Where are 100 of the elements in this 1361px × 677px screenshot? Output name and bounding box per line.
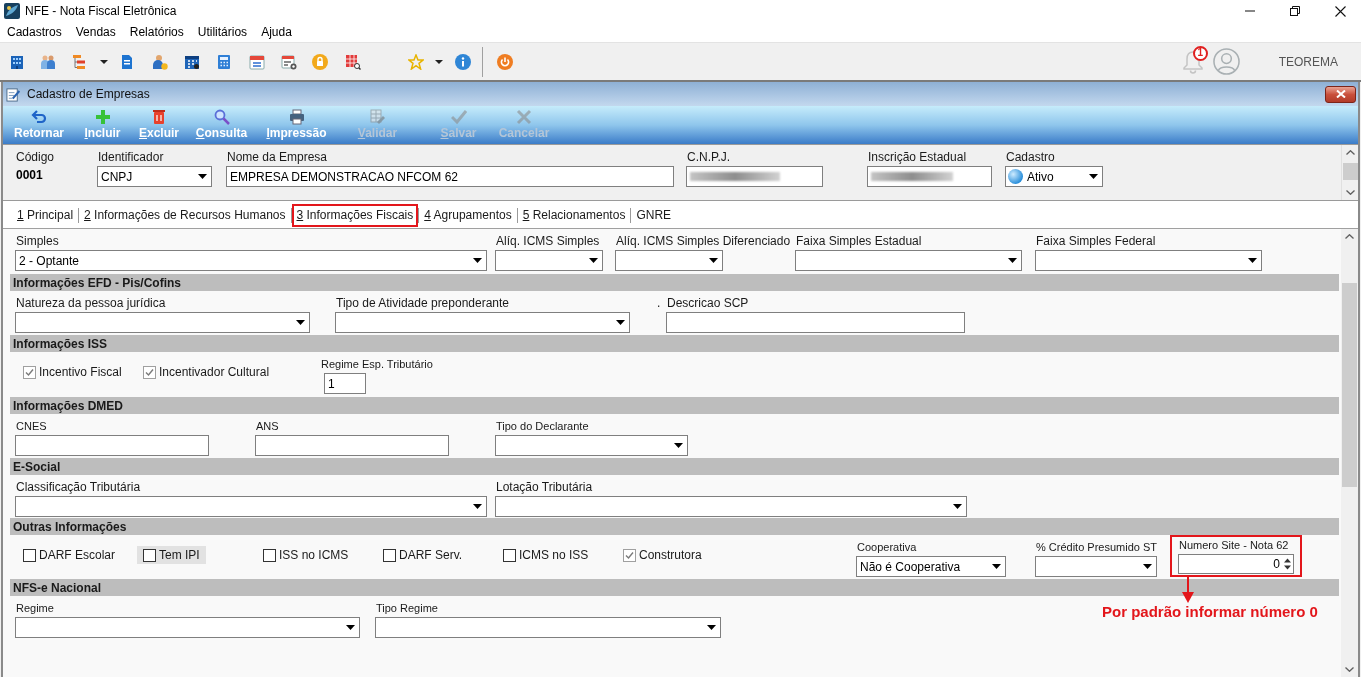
dropdown-field[interactable] (1035, 556, 1157, 577)
org-chart-icon[interactable] (72, 53, 88, 70)
power-icon[interactable] (497, 53, 513, 70)
scroll-up-icon[interactable] (1345, 234, 1354, 239)
document-icon[interactable] (119, 53, 135, 70)
checkbox[interactable] (23, 365, 36, 379)
caret-down-icon (1089, 174, 1098, 179)
checkbox-option[interactable]: Construtora (617, 546, 708, 564)
text-field[interactable]: EMPRESA DEMONSTRACAO NFCOM 62 (226, 166, 674, 187)
field-label: . (656, 296, 661, 310)
text-field[interactable] (867, 166, 992, 187)
dropdown-field[interactable] (615, 250, 723, 271)
user-name[interactable]: TEOREMA (1278, 52, 1338, 71)
text-field[interactable]: 1 (324, 373, 366, 394)
text-field[interactable] (15, 435, 209, 456)
checkbox[interactable] (623, 548, 636, 562)
tab[interactable]: 4 Agrupamentos (419, 204, 517, 227)
caret-down-icon (616, 320, 625, 325)
spin-arrows-icon[interactable] (1284, 558, 1291, 570)
field-label: Tipo de Atividade preponderante (335, 296, 509, 310)
caret-down-icon[interactable] (100, 59, 108, 64)
dropdown-field[interactable] (335, 312, 630, 333)
text-field[interactable] (666, 312, 965, 333)
scroll-down-icon[interactable] (1345, 190, 1355, 195)
trash-icon (151, 109, 167, 125)
dropdown-field[interactable] (495, 435, 688, 456)
menu-item[interactable]: Utilitários (190, 22, 255, 42)
checkbox-option[interactable]: Incentivador Cultural (137, 363, 276, 381)
scrollbar-thumb[interactable] (1342, 163, 1358, 180)
dropdown-field[interactable]: Não é Cooperativa (856, 556, 1006, 577)
menu-item[interactable]: Cadastros (0, 22, 69, 42)
restore-icon[interactable] (1290, 6, 1300, 16)
dropdown-field[interactable] (495, 496, 967, 517)
padlock-icon[interactable] (312, 53, 328, 70)
dropdown-field[interactable]: CNPJ (97, 166, 212, 187)
plus-icon (94, 109, 111, 125)
section-header: Informações ISS (10, 335, 1339, 352)
field-label: Alíq. ICMS Simples Diferenciado (615, 234, 791, 248)
dropdown-field[interactable] (15, 617, 360, 638)
dropdown-field[interactable] (495, 250, 603, 271)
number-spinner[interactable]: 0 (1178, 554, 1294, 574)
checkbox-option[interactable]: ICMS no ISS (497, 546, 595, 564)
close-button[interactable] (1325, 85, 1356, 103)
table-search-icon[interactable] (345, 53, 361, 70)
menu-item[interactable]: Relatórios (122, 22, 191, 42)
close-icon[interactable] (1335, 5, 1346, 17)
checkbox-option[interactable]: Incentivo Fiscal (17, 363, 128, 381)
calendar-gear-icon[interactable] (281, 53, 297, 70)
calculator-icon[interactable] (216, 53, 232, 70)
checkbox-option[interactable]: ISS no ICMS (257, 546, 355, 564)
text-field[interactable] (255, 435, 449, 456)
field-label: Regime Esp. Tributário (320, 357, 433, 371)
calendar-icon[interactable] (249, 53, 265, 70)
checkbox[interactable] (383, 548, 396, 562)
field-label: ANS (255, 419, 279, 433)
field-label: Lotação Tributária (495, 480, 593, 494)
dropdown-field[interactable]: 2 - Optante (15, 250, 487, 271)
dropdown-field[interactable] (1035, 250, 1262, 271)
tab[interactable]: 1 Principal (12, 204, 79, 227)
calendar-grid-icon[interactable] (184, 53, 200, 70)
checkbox[interactable] (503, 548, 516, 562)
scrollbar-thumb[interactable] (1342, 283, 1357, 487)
dropdown-field[interactable] (375, 617, 721, 638)
checkbox[interactable] (143, 548, 156, 562)
dropdown-field[interactable] (15, 312, 310, 333)
checkbox[interactable] (23, 548, 36, 562)
caret-down-icon (589, 258, 598, 263)
menu-item[interactable]: Vendas (68, 22, 123, 42)
checkbox-option[interactable]: DARF Escolar (17, 546, 121, 564)
person-coin-icon[interactable] (152, 53, 168, 70)
checkbox[interactable] (263, 548, 276, 562)
field-label: Descricao SCP (666, 296, 749, 310)
dropdown-field[interactable] (795, 250, 1022, 271)
field-label: Nome da Empresa (226, 150, 328, 164)
tab[interactable]: 3 Informações Fiscais (291, 204, 419, 227)
tab[interactable]: 2 Informações de Recursos Humanos (79, 204, 291, 227)
grid-pencil-icon (369, 109, 386, 125)
field-label: Regime (15, 601, 54, 615)
checkbox-option[interactable]: DARF Serv. (377, 546, 469, 564)
caret-down-icon (1008, 258, 1017, 263)
field-label: Inscrição Estadual (867, 150, 967, 164)
checkbox[interactable] (143, 365, 156, 379)
dropdown-field[interactable] (15, 496, 487, 517)
star-icon[interactable] (408, 53, 424, 70)
info-icon[interactable] (455, 53, 471, 70)
building-icon[interactable] (9, 53, 25, 70)
menu-item[interactable]: Ajuda (254, 22, 299, 42)
app-icon (4, 3, 20, 19)
scroll-up-icon[interactable] (1345, 150, 1355, 155)
caret-down-icon[interactable] (435, 59, 443, 64)
field-label: Simples (15, 234, 59, 248)
tab[interactable]: 5 Relacionamentos (517, 204, 631, 227)
text-field[interactable] (686, 166, 823, 187)
bell-icon[interactable] (1181, 49, 1204, 74)
scroll-down-icon[interactable] (1345, 667, 1354, 672)
dropdown-field[interactable]: Ativo (1005, 166, 1103, 187)
checkbox-option[interactable]: Tem IPI (137, 546, 206, 564)
tab[interactable]: GNRE (631, 204, 677, 227)
people-icon[interactable] (40, 53, 56, 70)
window-title: NFE - Nota Fiscal Eletrônica (25, 3, 177, 20)
